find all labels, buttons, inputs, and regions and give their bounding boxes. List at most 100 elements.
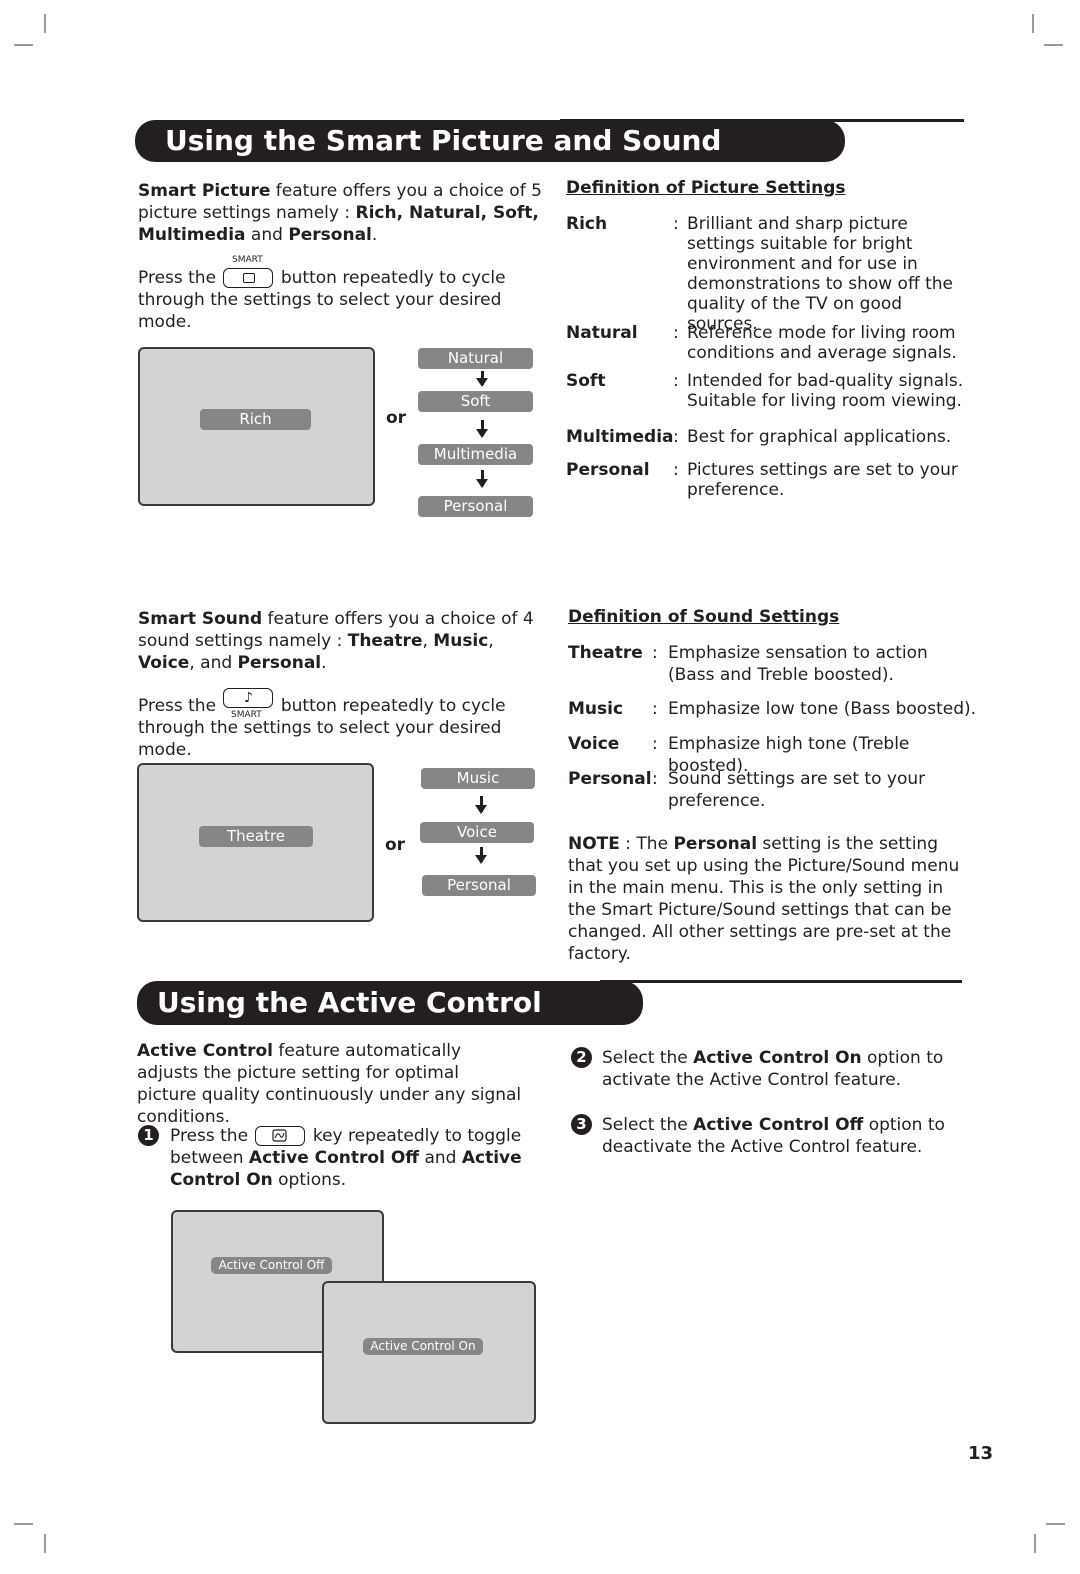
definition-term: Soft bbox=[566, 371, 606, 391]
step-number-badge: 1 bbox=[138, 1125, 159, 1146]
smart-sound-key: ♪ bbox=[223, 688, 274, 708]
step-text-part: Press the bbox=[170, 1126, 254, 1146]
step-number-badge: 2 bbox=[571, 1047, 592, 1068]
music-note-icon: ♪ bbox=[243, 690, 253, 706]
current-mode-theatre: Theatre bbox=[199, 826, 313, 847]
definition-desc: Best for graphical applications. bbox=[687, 427, 952, 447]
intro-bold: Music bbox=[433, 631, 489, 651]
page-number: 13 bbox=[968, 1443, 994, 1464]
intro-bold: Active Control bbox=[137, 1041, 273, 1061]
cycle-item: Multimedia bbox=[418, 444, 533, 465]
note-text: : The bbox=[619, 834, 674, 854]
intro-text: , bbox=[422, 631, 434, 651]
step-text: Select the Active Control Off option to … bbox=[571, 1114, 971, 1158]
crop-mark bbox=[1046, 1523, 1065, 1525]
smart-key-label: SMART bbox=[232, 255, 263, 265]
cycle-item: Natural bbox=[418, 348, 533, 369]
step-3: 3 Select the Active Control Off option t… bbox=[571, 1114, 971, 1158]
press-text: Press the bbox=[138, 268, 222, 288]
definition-term: Personal bbox=[566, 460, 650, 480]
step-text-part: Select the bbox=[602, 1048, 694, 1068]
cycle-item: Personal bbox=[418, 496, 533, 517]
intro-text: and bbox=[245, 225, 289, 245]
smart-picture-intro: Smart Picture feature offers you a choic… bbox=[138, 180, 543, 246]
note-label: NOTE bbox=[568, 834, 620, 854]
section-title-smart: Using the Smart Picture and Sound featur… bbox=[135, 120, 845, 199]
press-text: Press the bbox=[138, 696, 222, 716]
definition-desc: Pictures settings are set to your prefer… bbox=[687, 460, 958, 500]
intro-bold: Theatre bbox=[347, 631, 423, 651]
note-paragraph: NOTE : The Personal setting is the setti… bbox=[568, 833, 973, 965]
intro-bold: Smart Picture bbox=[138, 181, 271, 201]
step-text-part: Select the bbox=[602, 1115, 694, 1135]
step-text-part: options. bbox=[272, 1170, 347, 1190]
smart-sound-intro: Smart Sound feature offers you a choice … bbox=[138, 608, 543, 674]
cycle-item: Soft bbox=[418, 391, 533, 412]
step-2: 2 Select the Active Control On option to… bbox=[571, 1047, 971, 1091]
note-bold: Personal bbox=[673, 834, 758, 854]
arrow-down-icon bbox=[476, 371, 488, 387]
step-number: 2 bbox=[571, 1047, 592, 1069]
step-text: Press the key repeatedly to toggle betwe… bbox=[138, 1125, 533, 1191]
definition-term: Personal bbox=[568, 769, 652, 789]
crop-mark bbox=[44, 1534, 46, 1553]
definition-row: Rich: Brilliant and sharp picture setting… bbox=[566, 214, 976, 334]
section-title-active-control: Using the Active Control feature bbox=[137, 981, 643, 1063]
definition-desc: Emphasize low tone (Bass boosted). bbox=[668, 699, 977, 719]
smart-picture-press: Press the button repeatedly to cycle thr… bbox=[138, 267, 548, 333]
definition-row: Music: Emphasize low tone (Bass boosted). bbox=[568, 698, 978, 720]
arrow-down-icon bbox=[476, 420, 488, 438]
definition-colon: : bbox=[673, 323, 679, 343]
crop-mark bbox=[14, 1523, 33, 1525]
intro-text: , and bbox=[189, 653, 238, 673]
smart-sound-press: Press the ♪ button repeatedly to cycle t… bbox=[138, 688, 548, 761]
definition-term: Music bbox=[568, 699, 624, 719]
active-control-on-label: Active Control On bbox=[363, 1338, 483, 1355]
definition-row: Personal: Pictures settings are set to yo… bbox=[566, 460, 976, 500]
intro-bold: Personal bbox=[237, 653, 322, 673]
or-label: or bbox=[386, 408, 407, 428]
current-mode-rich: Rich bbox=[200, 409, 311, 430]
smart-key-label: SMART bbox=[231, 710, 262, 720]
definition-desc: Reference mode for living room condition… bbox=[687, 323, 957, 363]
intro-text: , bbox=[488, 631, 494, 651]
step-number-badge: 3 bbox=[571, 1114, 592, 1135]
or-label: or bbox=[385, 835, 406, 855]
definition-colon: : bbox=[673, 460, 679, 480]
active-control-key bbox=[255, 1126, 306, 1146]
step-bold: Active Control Off bbox=[693, 1115, 864, 1135]
definition-desc: Intended for bad-quality signals. Suitab… bbox=[687, 371, 964, 411]
step-number: 1 bbox=[138, 1125, 159, 1147]
definition-desc: Sound settings are set to your preferenc… bbox=[668, 769, 926, 811]
definition-row: Personal: Sound settings are set to your … bbox=[568, 768, 976, 812]
crop-mark bbox=[14, 44, 33, 46]
definition-colon: : bbox=[652, 643, 658, 663]
step-number: 3 bbox=[571, 1114, 592, 1136]
definition-colon: : bbox=[673, 427, 679, 447]
step-bold: Active Control On bbox=[693, 1048, 862, 1068]
step-1: 1 Press the key repeatedly to toggle bet… bbox=[138, 1125, 533, 1191]
arrow-down-icon bbox=[475, 796, 487, 814]
definition-desc: Brilliant and sharp picture settings sui… bbox=[687, 214, 953, 334]
definition-row: Theatre: Emphasize sensation to action (B… bbox=[568, 642, 976, 686]
crop-mark bbox=[1044, 44, 1063, 46]
arrow-down-icon bbox=[475, 847, 487, 864]
sound-definitions-heading: Definition of Sound Settings bbox=[568, 607, 840, 627]
definition-row: Multimedia: Best for graphical applicatio… bbox=[566, 427, 976, 447]
definition-colon: : bbox=[652, 699, 658, 719]
definition-term: Rich bbox=[566, 214, 608, 234]
active-control-icon bbox=[272, 1129, 288, 1142]
definition-colon: : bbox=[673, 214, 679, 234]
picture-definitions-heading: Definition of Picture Settings bbox=[566, 178, 846, 198]
intro-bold: Voice bbox=[138, 653, 190, 673]
active-control-intro: Active Control feature automatically adj… bbox=[137, 1040, 522, 1128]
intro-bold: Smart Sound bbox=[138, 609, 263, 629]
crop-mark bbox=[1034, 1534, 1036, 1553]
definition-desc: Emphasize sensation to action (Bass and … bbox=[668, 643, 928, 685]
definition-term: Natural bbox=[566, 323, 638, 343]
screen-square-icon bbox=[243, 273, 256, 283]
intro-bold: Personal bbox=[288, 225, 372, 245]
intro-text: . bbox=[321, 653, 327, 673]
definition-row: Natural: Reference mode for living room c… bbox=[566, 323, 976, 363]
arrow-down-icon bbox=[476, 470, 488, 488]
